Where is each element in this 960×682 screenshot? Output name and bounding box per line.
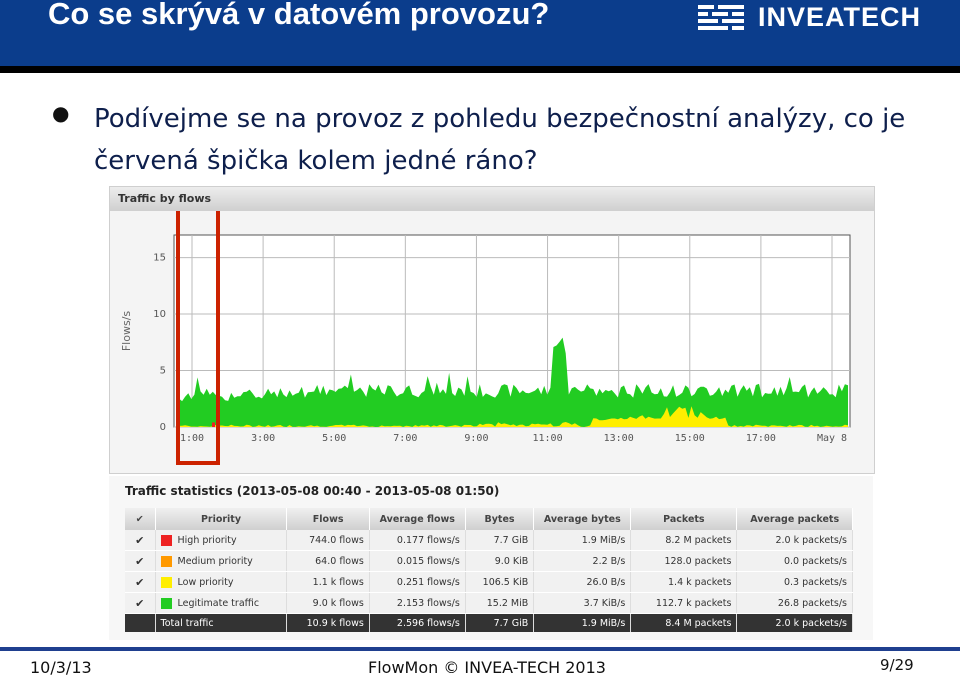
header-rule — [0, 66, 960, 73]
avg-bytes-cell: 3.7 KiB/s — [533, 592, 632, 614]
traffic-statistics: Traffic statistics (2013-05-08 00:40 - 2… — [109, 476, 873, 640]
logo-mark-icon — [698, 5, 744, 30]
bytes-cell: 15.2 MiB — [465, 592, 535, 614]
flows-cell: 64.0 flows — [286, 550, 370, 572]
priority-label: Legitimate traffic — [177, 597, 260, 609]
slide-header: Co se skrývá v datovém provozu? INVEATEC… — [0, 0, 960, 66]
priority-color-swatch — [160, 534, 172, 546]
total-flows-cell: 10.9 k flows — [286, 613, 370, 632]
series-high-priority-spike — [212, 422, 215, 427]
packets-cell: 8.2 M packets — [630, 530, 738, 551]
priority-cell: Legitimate traffic — [155, 592, 288, 614]
table-row-total: Total traffic 10.9 k flows 2.596 flows/s… — [125, 613, 853, 632]
priority-color-swatch — [160, 597, 172, 609]
stats-table: ✔ Priority Flows Average flows Bytes Ave… — [125, 508, 853, 632]
table-row-medium: ✔ Medium priority 64.0 flows 0.015 flows… — [125, 550, 853, 572]
avg-packets-cell: 26.8 packets/s — [736, 592, 853, 614]
y-tick-label: 5 — [160, 366, 166, 377]
total-avg-bytes-cell: 1.9 MiB/s — [533, 613, 632, 632]
bullet-dot: ● — [52, 101, 70, 125]
total-packets-cell: 8.4 M packets — [630, 613, 738, 632]
avg-packets-cell: 0.3 packets/s — [736, 571, 853, 593]
x-tick-label: 5:00 — [322, 433, 346, 444]
panel-title: Traffic by flows — [118, 192, 212, 205]
y-tick-label: 0 — [160, 422, 166, 433]
avg-bytes-cell: 26.0 B/s — [533, 571, 632, 593]
avg-bytes-cell: 1.9 MiB/s — [533, 530, 632, 551]
y-tick-label: 10 — [153, 309, 166, 320]
row-checkbox[interactable]: ✔ — [125, 550, 156, 572]
header-packets[interactable]: Packets — [630, 508, 738, 530]
avg-flows-cell: 0.015 flows/s — [369, 550, 466, 572]
flows-cell: 744.0 flows — [286, 530, 370, 551]
header-average-bytes[interactable]: Average bytes — [533, 508, 632, 530]
x-tick-label: 1:00 — [180, 433, 204, 444]
x-tick-label: 7:00 — [393, 433, 417, 444]
flows-cell: 9.0 k flows — [286, 592, 370, 614]
priority-label: High priority — [177, 534, 237, 546]
packets-cell: 128.0 packets — [630, 550, 738, 572]
priority-color-swatch — [160, 555, 172, 567]
header-flows[interactable]: Flows — [286, 508, 370, 530]
table-row-high: ✔ High priority 744.0 flows 0.177 flows/… — [125, 530, 853, 551]
stats-title: Traffic statistics (2013-05-08 00:40 - 2… — [125, 484, 500, 498]
avg-bytes-cell: 2.2 B/s — [533, 550, 632, 572]
slide-title: Co se skrývá v datovém provozu? — [48, 0, 550, 31]
x-tick-label: 3:00 — [251, 433, 275, 444]
priority-label: Low priority — [177, 576, 234, 588]
logo-text: INVEATECH — [758, 1, 922, 32]
y-tick-label: 15 — [153, 253, 166, 264]
table-row-legitimate: ✔ Legitimate traffic 9.0 k flows 2.153 f… — [125, 592, 853, 614]
packets-cell: 112.7 k packets — [630, 592, 738, 614]
row-checkbox[interactable]: ✔ — [125, 571, 156, 593]
x-tick-label: 17:00 — [746, 433, 776, 444]
flows-cell: 1.1 k flows — [286, 571, 370, 593]
packets-cell: 1.4 k packets — [630, 571, 738, 593]
priority-cell: Low priority — [155, 571, 288, 593]
traffic-chart: 0 5 10 15 1:00 3:00 5:00 7:00 9:00 11:00 13:00 15:0… — [120, 211, 851, 465]
x-tick-label: 13:00 — [604, 433, 634, 444]
total-avg-flows-cell: 2.596 flows/s — [369, 613, 466, 632]
priority-cell: High priority — [155, 530, 288, 551]
total-avg-packets-cell: 2.0 k packets/s — [736, 613, 853, 632]
row-checkbox[interactable]: ✔ — [125, 530, 156, 551]
footer-date: 10/3/13 — [30, 658, 92, 677]
priority-cell: Medium priority — [155, 550, 288, 572]
row-checkbox[interactable]: ✔ — [125, 592, 156, 614]
total-label: Total traffic — [155, 613, 288, 632]
header-priority[interactable]: Priority — [155, 508, 288, 530]
y-axis-label: Flows/s — [120, 311, 133, 352]
avg-flows-cell: 0.251 flows/s — [369, 571, 466, 593]
footer-copyright: FlowMon © INVEA-TECH 2013 — [368, 658, 606, 677]
x-tick-label: 15:00 — [675, 433, 705, 444]
priority-color-swatch — [160, 576, 172, 588]
avg-flows-cell: 2.153 flows/s — [369, 592, 466, 614]
avg-packets-cell: 0.0 packets/s — [736, 550, 853, 572]
bytes-cell: 7.7 GiB — [465, 530, 535, 551]
x-tick-label: May 8 — [817, 433, 847, 444]
avg-flows-cell: 0.177 flows/s — [369, 530, 466, 551]
table-row-low: ✔ Low priority 1.1 k flows 0.251 flows/s… — [125, 571, 853, 593]
priority-label: Medium priority — [177, 555, 253, 567]
total-blank-cell — [125, 613, 156, 632]
panel-header: Traffic by flows — [110, 187, 874, 211]
header-average-packets[interactable]: Average packets — [736, 508, 853, 530]
header-check[interactable]: ✔ — [125, 508, 156, 530]
bytes-cell: 9.0 KiB — [465, 550, 535, 572]
footer-line — [0, 647, 960, 651]
header-average-flows[interactable]: Average flows — [369, 508, 466, 530]
avg-packets-cell: 2.0 k packets/s — [736, 530, 853, 551]
header-bytes[interactable]: Bytes — [465, 508, 535, 530]
invea-tech-logo: INVEATECH — [698, 1, 938, 33]
bullet-text: Podívejme se na provoz z pohledu bezpečn… — [94, 104, 906, 176]
x-tick-label: 9:00 — [464, 433, 488, 444]
bytes-cell: 106.5 KiB — [465, 571, 535, 593]
total-bytes-cell: 7.7 GiB — [465, 613, 535, 632]
traffic-graph-panel: Traffic by flows 0 5 10 15 1:00 3:00 5:00 7:00 9… — [109, 186, 875, 474]
x-tick-label: 11:00 — [533, 433, 563, 444]
page-number: 9/29 — [880, 656, 914, 674]
